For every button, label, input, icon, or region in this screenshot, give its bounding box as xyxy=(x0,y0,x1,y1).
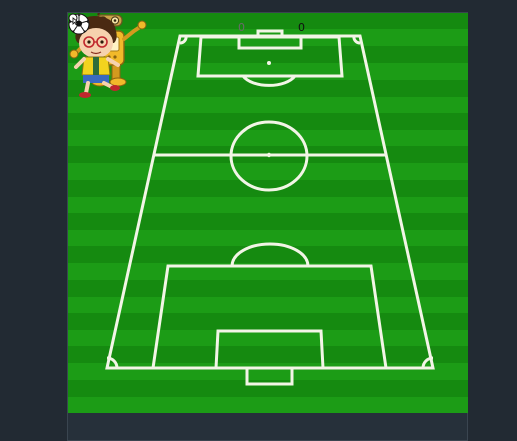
game-stage[interactable]: 0 0 xyxy=(67,12,468,441)
soccer-field[interactable]: 0 0 xyxy=(68,13,468,413)
score-left: 0 xyxy=(238,21,245,34)
mouse-pointer-icon xyxy=(68,13,79,25)
top-penalty-spot xyxy=(267,61,271,65)
score-right: 0 xyxy=(298,21,305,34)
center-spot xyxy=(266,152,272,158)
